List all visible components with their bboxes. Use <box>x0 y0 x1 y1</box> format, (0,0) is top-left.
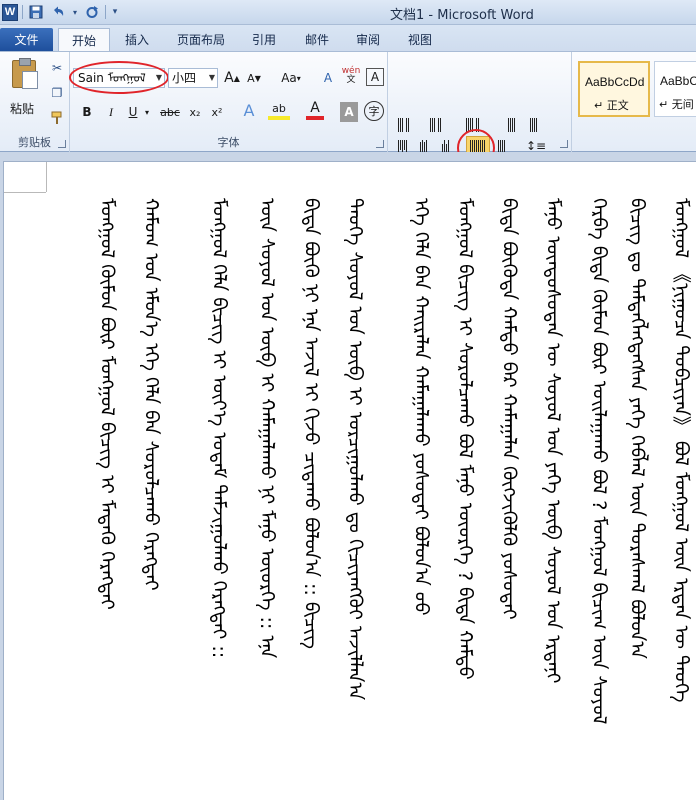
paste-label: 粘贴 <box>10 102 35 116</box>
phonetic-guide-button[interactable]: wén 文 <box>340 66 362 86</box>
chevron-down-icon[interactable]: ▼ <box>209 69 215 87</box>
style-normal-sample: AaBbCcDd <box>585 75 645 89</box>
paste-button[interactable]: 粘贴 <box>6 58 42 118</box>
text-column[interactable]: ᠮᠠᠨᠤ ᠦᠨᠳᠦᠰᠦᠲᠡᠨ ᠦ ᠰᠣᠶᠣᠯ ᠤᠨ ᠶᠡᠬᠡ ᠥᠪ ᠰᠣᠶᠣᠯ … <box>538 198 568 798</box>
title-bar: W ▾ ▾ 文档1 - Microsoft Word <box>0 0 696 25</box>
font-size-value: 小四 <box>172 71 197 85</box>
clear-formatting-button[interactable]: A <box>318 68 338 88</box>
enclose-characters-button[interactable]: 字 <box>364 101 384 121</box>
tab-mailings[interactable]: 邮件 <box>297 28 337 51</box>
style-no-spacing-sample: AaBbC <box>660 74 696 88</box>
style-no-spacing[interactable]: AaBbC ↵ 无间 <box>654 61 696 117</box>
tab-home[interactable]: 开始 <box>58 28 110 51</box>
underline-button[interactable]: U <box>124 102 142 122</box>
italic-button[interactable]: I <box>102 102 120 122</box>
copy-icon[interactable]: ❐ <box>48 85 66 101</box>
word-logo-icon[interactable]: W <box>2 3 18 21</box>
tab-insert[interactable]: 插入 <box>117 28 157 51</box>
bold-button[interactable]: B <box>78 102 96 122</box>
save-icon[interactable] <box>27 3 45 21</box>
subscript-button[interactable]: x₂ <box>186 102 204 122</box>
window-title: 文档1 - Microsoft Word <box>390 8 534 23</box>
undo-icon[interactable] <box>49 3 67 21</box>
tab-file[interactable]: 文件 <box>0 28 53 51</box>
style-normal-label: ↵ 正文 <box>594 99 629 112</box>
decrease-indent-icon[interactable] <box>508 118 515 132</box>
text-column[interactable]: ᠡᠬᠡ ᠬᠡᠯᠡ ᠪᠡᠨ ᠬᠠᠢᠷᠠᠯᠠᠨ ᠬᠠᠮᠠᠭᠠᠯᠠᠬᠤ ᠶᠣᠰᠣᠲᠠᠢ… <box>406 198 436 798</box>
paragraph-launcher-icon[interactable] <box>560 140 568 148</box>
clipboard-icon <box>12 58 38 89</box>
style-normal[interactable]: AaBbCcDd ↵ 正文 <box>578 61 650 117</box>
document-page[interactable]: ᠮᠣᠩᠭᠣᠯ 《ᠨᠢᠭᠤᠴᠠ ᠲᠣᠪᠴᠢᠶᠠᠨ》 ᠪᠣᠯ ᠮᠣᠩᠭᠣᠯ ᠦᠨ ᠡ… <box>3 161 696 800</box>
tab-page-layout[interactable]: 页面布局 <box>170 28 232 51</box>
undo-dropdown-icon[interactable]: ▾ <box>71 3 79 21</box>
ribbon-tabs: 文件 开始 插入 页面布局 引用 邮件 审阅 视图 <box>0 25 696 51</box>
text-effects-button[interactable]: A <box>238 100 260 120</box>
character-shading-button[interactable]: A <box>340 102 358 122</box>
text-column[interactable]: ᠮᠣᠩᠭᠣᠯ ᠬᠡᠯᠡ ᠪᠢᠴᠢᠭ ᠢ ᠦᠶ᠎ᠡ ᠤᠳᠠᠮ ᠳᠠᠮᠵᠢᠭᠤᠯᠬᠤ… <box>204 198 234 798</box>
increase-indent-icon[interactable] <box>530 118 537 132</box>
text-column[interactable]: ᠮᠣᠩᠭᠣᠯ ᠬᠦᠮᠦᠨ ᠪᠦᠷ ᠮᠣᠩᠭᠣᠯ ᠪᠢᠴᠢᠭ ᠢ ᠮᠡᠳᠡᠬᠦ ᠬ… <box>92 198 122 798</box>
document-area: ᠮᠣᠩᠭᠣᠯ 《ᠨᠢᠭᠤᠴᠠ ᠲᠣᠪᠴᠢᠶᠠᠨ》 ᠪᠣᠯ ᠮᠣᠩᠭᠣᠯ ᠦᠨ ᠡ… <box>0 152 696 800</box>
tab-references[interactable]: 引用 <box>244 28 284 51</box>
text-column[interactable]: ᠦᠨ ᠰᠣᠶᠣᠯ ᠤᠨ ᠥᠪ ᠢ ᠬᠠᠮᠠᠭᠠᠯᠠᠬᠤ ᠨᠢ ᠮᠠᠨᠤ ᠦᠦᠷᠭ… <box>252 198 282 798</box>
text-column[interactable]: ᠮᠣᠩᠭᠣᠯ ᠪᠢᠴᠢᠭ᠌ ᠢ ᠰᠤᠷᠤᠯᠴᠠᠬᠤ ᠪᠣᠯ ᠮᠠᠨᠤ ᠦᠦᠷᠭᠡ… <box>450 198 480 798</box>
text-column[interactable]: ᠬᠠᠮᠤᠭ ᠤᠨ ᠡᠮᠦᠨ᠎ᠡ ᠡᠬᠡ ᠬᠡᠯᠡ ᠪᠡᠨ ᠰᠤᠷᠤᠯᠴᠠᠬᠤ ᠬ… <box>136 198 166 798</box>
crop-mark <box>4 192 46 193</box>
bullets-icon[interactable] <box>398 118 409 132</box>
change-case-button[interactable]: Aa ▾ <box>278 68 304 88</box>
font-color-button[interactable]: A <box>306 100 324 120</box>
cut-icon[interactable]: ✂ <box>48 60 66 76</box>
numbering-icon[interactable] <box>430 118 441 132</box>
quick-access-toolbar: W ▾ ▾ <box>2 3 120 21</box>
redo-icon[interactable] <box>83 3 101 21</box>
text-column[interactable]: ᠮᠣᠩᠭᠣᠯ 《ᠨᠢᠭᠤᠴᠠ ᠲᠣᠪᠴᠢᠶᠠᠨ》 ᠪᠣᠯ ᠮᠣᠩᠭᠣᠯ ᠦᠨ ᠡ… <box>666 198 696 798</box>
text-column[interactable]: ᠪᠢᠳᠡ ᠪᠦᠬᠦ ᠨᠢ ᠡᠨᠡ ᠠᠵᠢᠯ ᠢ ᠬᠢᠵᠦ ᠴᠢᠳᠠᠬᠤ ᠪᠣᠯᠤ… <box>296 198 326 798</box>
crop-mark <box>46 162 47 192</box>
font-name-highlight-ellipse <box>69 61 169 94</box>
qat-separator <box>105 5 106 19</box>
text-column[interactable]: ᠪᠢᠳᠡ ᠪᠦᠭᠦᠳᠡ ᠬᠠᠮᠲᠤ ᠪᠡᠷ ᠬᠠᠮᠠᠭᠠᠯᠠᠨ ᠬᠥᠭᠵᠢᠭᠦᠯ… <box>494 198 524 798</box>
clipboard-group: 粘贴 ✂ ❐ 剪贴板 <box>0 52 70 152</box>
format-painter-icon[interactable] <box>48 110 66 126</box>
shrink-font-button[interactable]: A ▼ <box>246 68 262 88</box>
superscript-button[interactable]: x² <box>208 102 226 122</box>
ribbon: 粘贴 ✂ ❐ 剪贴板 字体 Sain ᠮᠣᠩᠭᠣᠯ ▼ 小四 ▼ A ▲ A ▼ A… <box>0 51 696 178</box>
highlight-color-button[interactable]: ab <box>268 100 290 120</box>
customize-dropdown-icon[interactable]: ▾ <box>110 3 120 21</box>
clipboard-launcher-icon[interactable] <box>58 140 66 148</box>
character-border-button[interactable]: A <box>366 68 384 86</box>
styles-gallery: AaBbCcDd ↵ 正文 AaBbC ↵ 无间 <box>574 57 696 143</box>
text-column[interactable]: ᠪᠢᠴᠢᠭ ᠳᠤ ᠲᠡᠮᠳᠡᠭᠯᠡᠭᠳᠡᠭᠰᠡᠨ ᠶᠡᠬᠡ ᠬᠡᠪᠯᠡᠯ ᠦᠨ … <box>622 198 652 798</box>
underline-dropdown-icon[interactable]: ▾ <box>142 102 152 122</box>
font-size-combobox[interactable]: 小四 ▼ <box>168 68 218 88</box>
style-no-spacing-label: ↵ 无间 <box>659 98 694 111</box>
tab-view[interactable]: 视图 <box>400 28 440 51</box>
font-group-label: 字体 <box>217 136 240 149</box>
font-launcher-icon[interactable] <box>376 140 384 148</box>
tab-review[interactable]: 审阅 <box>348 28 388 51</box>
strikethrough-button[interactable]: abc <box>158 102 182 122</box>
text-column[interactable]: ᠲᠡᠦᠬᠡ ᠰᠣᠶᠣᠯ ᠤᠨ ᠥᠪ ᠢ ᠣᠷᠴᠢᠭᠤᠯᠬᠤ ᠳᠤ ᠬᠢᠴᠢᠶᠡᠩ… <box>340 198 370 798</box>
grow-font-button[interactable]: A ▲ <box>224 68 240 88</box>
text-column[interactable]: ᠬᠡᠷᠪᠡ ᠪᠢᠳᠡ ᠬᠦᠮᠦᠨ ᠪᠦᠷ ᠤᠢᠯᠠᠭᠠᠬᠤ ᠪᠣᠯ ? ᠮᠣᠩᠭ… <box>584 198 614 798</box>
qat-separator <box>22 5 23 19</box>
